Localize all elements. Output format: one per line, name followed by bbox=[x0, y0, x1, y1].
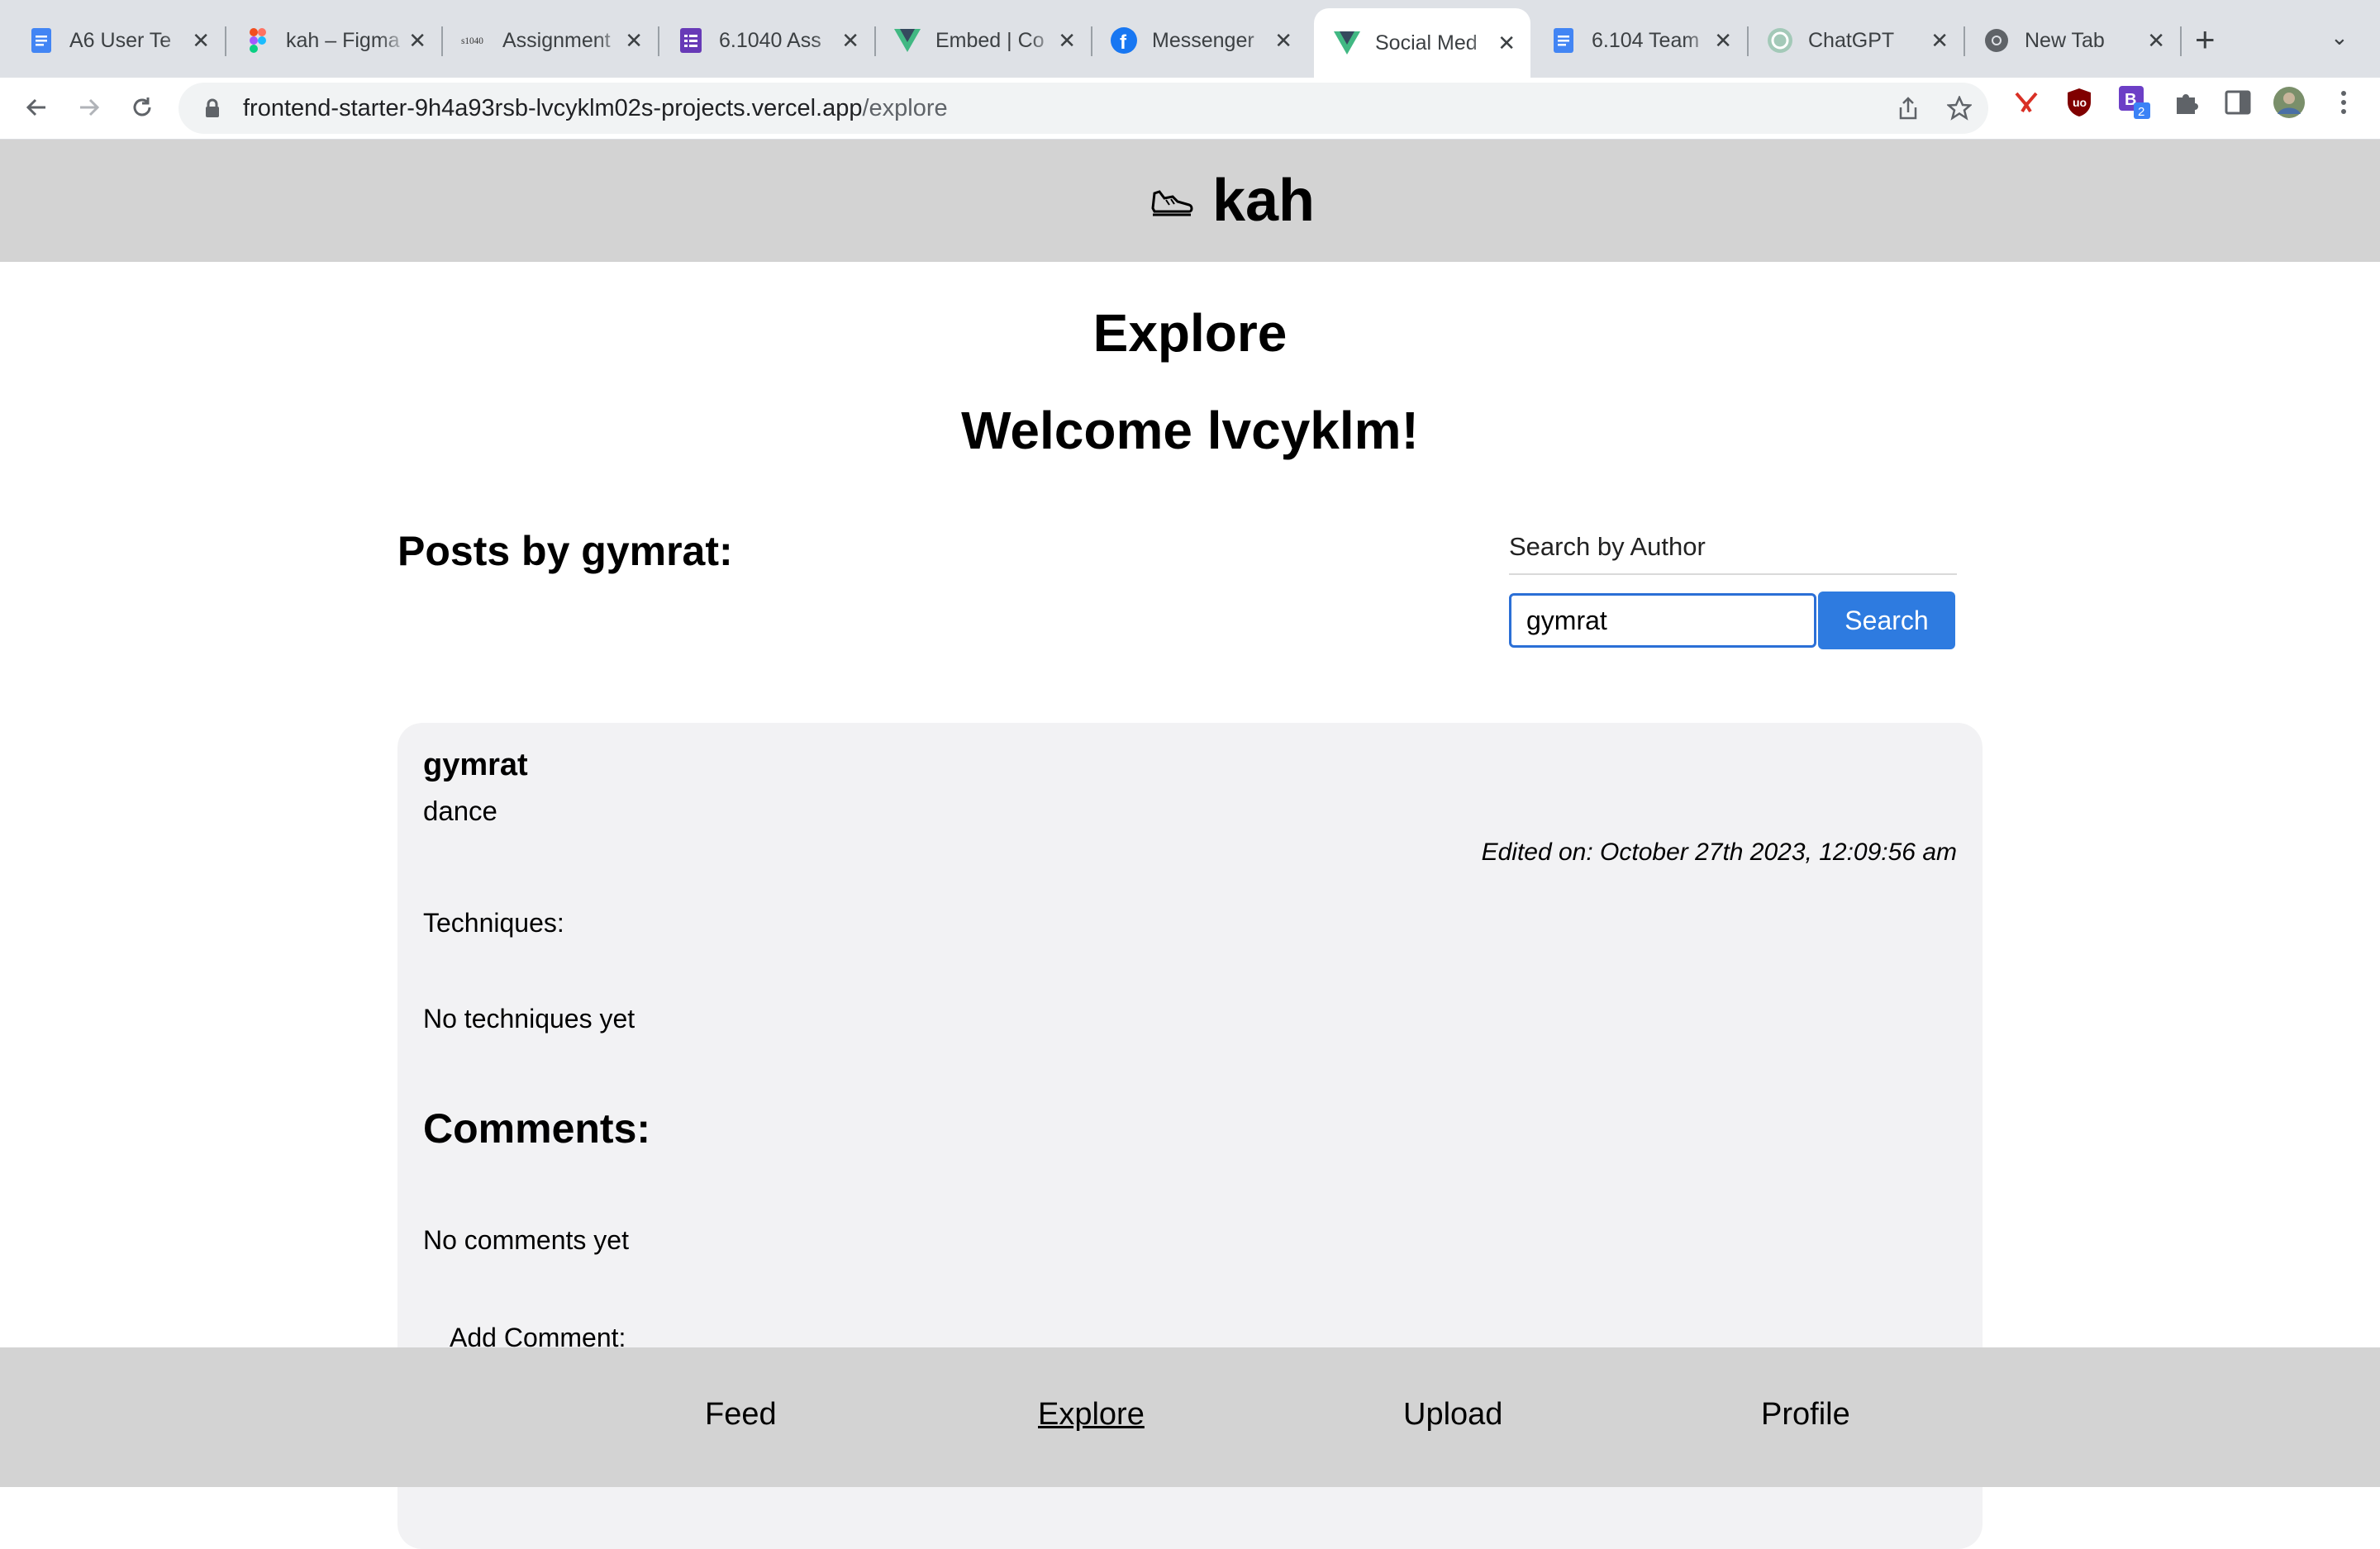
post-author: gymrat bbox=[423, 748, 528, 782]
ublock-shield-icon[interactable]: uo bbox=[2063, 86, 2096, 119]
forward-arrow-icon[interactable] bbox=[69, 88, 109, 127]
search-row: Search bbox=[1509, 592, 1957, 649]
tab-title: Assignment bbox=[502, 28, 611, 52]
extension-icon[interactable] bbox=[2010, 86, 2043, 119]
nav-explore-link[interactable]: Explore bbox=[1038, 1397, 1145, 1433]
tab-title: Social Med bbox=[1375, 31, 1478, 55]
search-button[interactable]: Search bbox=[1818, 592, 1955, 649]
google-docs-icon bbox=[28, 27, 55, 54]
svg-text:2: 2 bbox=[2138, 105, 2144, 119]
svg-text:uo: uo bbox=[2073, 96, 2087, 109]
profile-avatar-icon[interactable] bbox=[2273, 86, 2306, 119]
post-content: dance bbox=[423, 796, 497, 826]
close-icon[interactable]: ✕ bbox=[408, 28, 426, 54]
close-icon[interactable]: ✕ bbox=[1497, 31, 1516, 56]
comments-empty-text: No comments yet bbox=[423, 1225, 629, 1255]
welcome-message: Welcome lvcyklm! bbox=[961, 401, 1419, 460]
author-search-input[interactable] bbox=[1509, 593, 1816, 648]
url-path: /explore bbox=[862, 94, 948, 121]
tab-title: 6.1040 Ass bbox=[719, 28, 821, 52]
comments-heading: Comments: bbox=[423, 1105, 651, 1152]
close-icon[interactable]: ✕ bbox=[2147, 28, 2165, 54]
close-icon[interactable]: ✕ bbox=[1274, 28, 1292, 54]
browser-tab[interactable]: 6.1040 Ass ✕ bbox=[658, 10, 876, 71]
svg-text:s1040: s1040 bbox=[461, 36, 483, 46]
tab-title: Embed | Co bbox=[935, 28, 1045, 52]
search-label: Search by Author bbox=[1509, 532, 1957, 575]
nav-profile-link[interactable]: Profile bbox=[1761, 1397, 1850, 1433]
tab-title: ChatGPT bbox=[1808, 28, 1895, 52]
page-title: Explore bbox=[1092, 303, 1288, 363]
browser-tab[interactable]: 6.104 Team ✕ bbox=[1530, 10, 1749, 71]
side-panel-icon[interactable] bbox=[2221, 86, 2254, 119]
puzzle-extensions-icon[interactable] bbox=[2170, 86, 2203, 119]
close-icon[interactable]: ✕ bbox=[1930, 28, 1949, 54]
browser-tab[interactable]: f Messenger ✕ bbox=[1091, 10, 1307, 71]
nav-feed-link[interactable]: Feed bbox=[705, 1397, 777, 1433]
tab-title: kah – Figma bbox=[286, 28, 400, 52]
vue-icon bbox=[1334, 30, 1360, 56]
kebab-menu-icon[interactable] bbox=[2327, 86, 2360, 119]
sneaker-icon bbox=[1151, 190, 1193, 216]
browser-tab[interactable]: ChatGPT ✕ bbox=[1747, 10, 1965, 71]
close-icon[interactable]: ✕ bbox=[192, 28, 210, 54]
techniques-empty-text: No techniques yet bbox=[423, 1004, 635, 1033]
brand-logo[interactable]: kah bbox=[1148, 167, 1315, 235]
extension-badge-icon[interactable]: B2 bbox=[2117, 86, 2150, 119]
post-edited-timestamp: Edited on: October 27th 2023, 12:09:56 a… bbox=[1481, 839, 1957, 866]
tab-title: A6 User Te bbox=[69, 28, 172, 52]
lock-icon[interactable] bbox=[198, 98, 226, 118]
browser-tab[interactable]: New Tab ✕ bbox=[1963, 10, 2182, 71]
posts-heading: Posts by gymrat: bbox=[397, 528, 733, 574]
google-docs-icon bbox=[1550, 27, 1577, 54]
browser-tab[interactable]: A6 User Te ✕ bbox=[8, 10, 226, 71]
vue-icon bbox=[894, 27, 921, 54]
browser-tab[interactable]: Embed | Co ✕ bbox=[874, 10, 1092, 71]
tab-title: Messenger bbox=[1152, 28, 1254, 52]
techniques-label: Techniques: bbox=[423, 908, 564, 938]
close-icon[interactable]: ✕ bbox=[841, 28, 859, 54]
browser-tab-active[interactable]: Social Med ✕ bbox=[1314, 8, 1530, 78]
61040-site-icon: s1040 bbox=[461, 27, 488, 54]
browser-tab-strip: A6 User Te ✕ kah – Figma ✕ s1040 Assignm… bbox=[0, 0, 2380, 78]
back-arrow-icon[interactable] bbox=[17, 88, 56, 127]
author-search-form: Search by Author Search bbox=[1509, 532, 1957, 649]
url-text: frontend-starter-9h4a93rsb-lvcyklm02s-pr… bbox=[243, 95, 948, 122]
tab-title: 6.104 Team bbox=[1592, 28, 1700, 52]
svg-text:f: f bbox=[1120, 31, 1127, 54]
bookmark-star-icon[interactable] bbox=[1945, 94, 1973, 122]
brand-name: kah bbox=[1211, 168, 1316, 234]
address-bar[interactable]: frontend-starter-9h4a93rsb-lvcyklm02s-pr… bbox=[178, 83, 1988, 134]
close-icon[interactable]: ✕ bbox=[625, 28, 643, 54]
bottom-nav: Feed Explore Upload Profile bbox=[0, 1347, 2380, 1487]
new-tab-button[interactable]: + bbox=[2195, 20, 2216, 59]
chevron-down-icon[interactable]: ⌄ bbox=[2330, 25, 2349, 50]
app-header: kah bbox=[0, 140, 2380, 262]
share-icon[interactable] bbox=[1894, 94, 1922, 122]
nav-upload-link[interactable]: Upload bbox=[1403, 1397, 1502, 1433]
browser-tab[interactable]: kah – Figma ✕ bbox=[225, 10, 443, 71]
reload-icon[interactable] bbox=[122, 88, 162, 127]
url-host: frontend-starter-9h4a93rsb-lvcyklm02s-pr… bbox=[243, 94, 863, 121]
figma-icon bbox=[245, 27, 271, 54]
google-forms-icon bbox=[678, 27, 704, 54]
close-icon[interactable]: ✕ bbox=[1714, 28, 1732, 54]
chatgpt-icon bbox=[1767, 27, 1793, 54]
close-icon[interactable]: ✕ bbox=[1058, 28, 1076, 54]
chrome-icon bbox=[1983, 27, 2010, 54]
browser-tab[interactable]: s1040 Assignment ✕ bbox=[441, 10, 659, 71]
tab-title: New Tab bbox=[2025, 28, 2105, 52]
facebook-icon: f bbox=[1111, 27, 1137, 54]
